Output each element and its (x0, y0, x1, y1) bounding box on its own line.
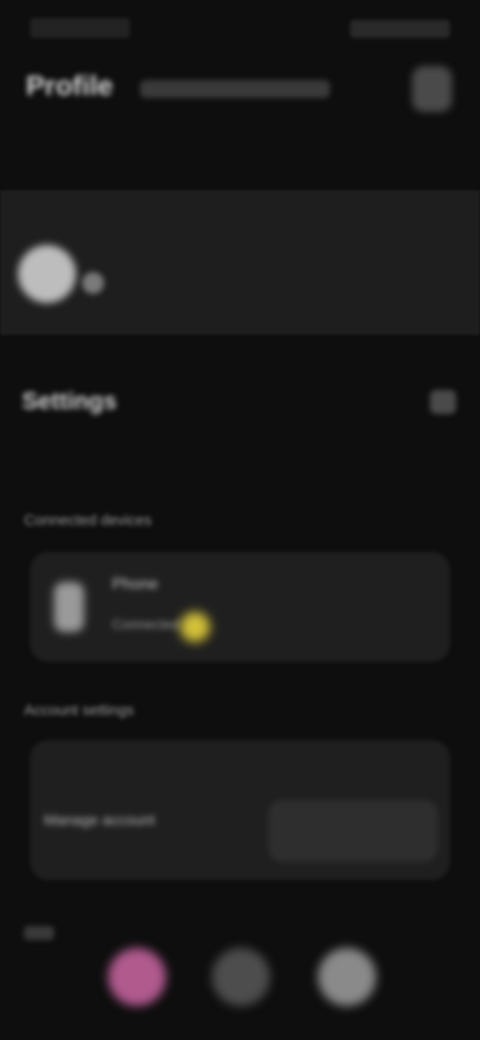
gray-circle-icon[interactable] (212, 948, 270, 1006)
device-card[interactable]: Phone Connected (30, 552, 450, 662)
group-label-devices: Connected devices (24, 512, 152, 529)
status-dot-icon (180, 612, 210, 642)
bottom-dock (0, 920, 480, 1040)
device-name: Phone (112, 576, 159, 593)
account-card-text: Manage account (44, 812, 155, 829)
status-bar (0, 0, 480, 56)
status-icons (350, 20, 450, 38)
header-subtitle (140, 80, 330, 98)
profile-card[interactable] (0, 190, 480, 335)
group-label-account: Account settings (24, 702, 135, 719)
pink-circle-icon[interactable] (108, 948, 166, 1006)
avatar-badge-icon (82, 272, 104, 294)
section-title: Settings (22, 388, 117, 415)
header-action-icon[interactable] (412, 66, 452, 112)
dock-label (24, 926, 54, 940)
header: Profile (0, 56, 480, 132)
settings-section-row[interactable]: Settings (0, 360, 480, 444)
chevron-right-icon[interactable] (430, 390, 456, 414)
phone-icon (54, 582, 84, 632)
status-time (30, 18, 130, 38)
account-card[interactable]: Manage account (30, 740, 450, 880)
light-circle-icon[interactable] (318, 948, 376, 1006)
page-title: Profile (26, 70, 114, 101)
account-card-button[interactable] (268, 800, 438, 862)
device-status: Connected (112, 616, 180, 632)
avatar-icon[interactable] (18, 245, 76, 303)
